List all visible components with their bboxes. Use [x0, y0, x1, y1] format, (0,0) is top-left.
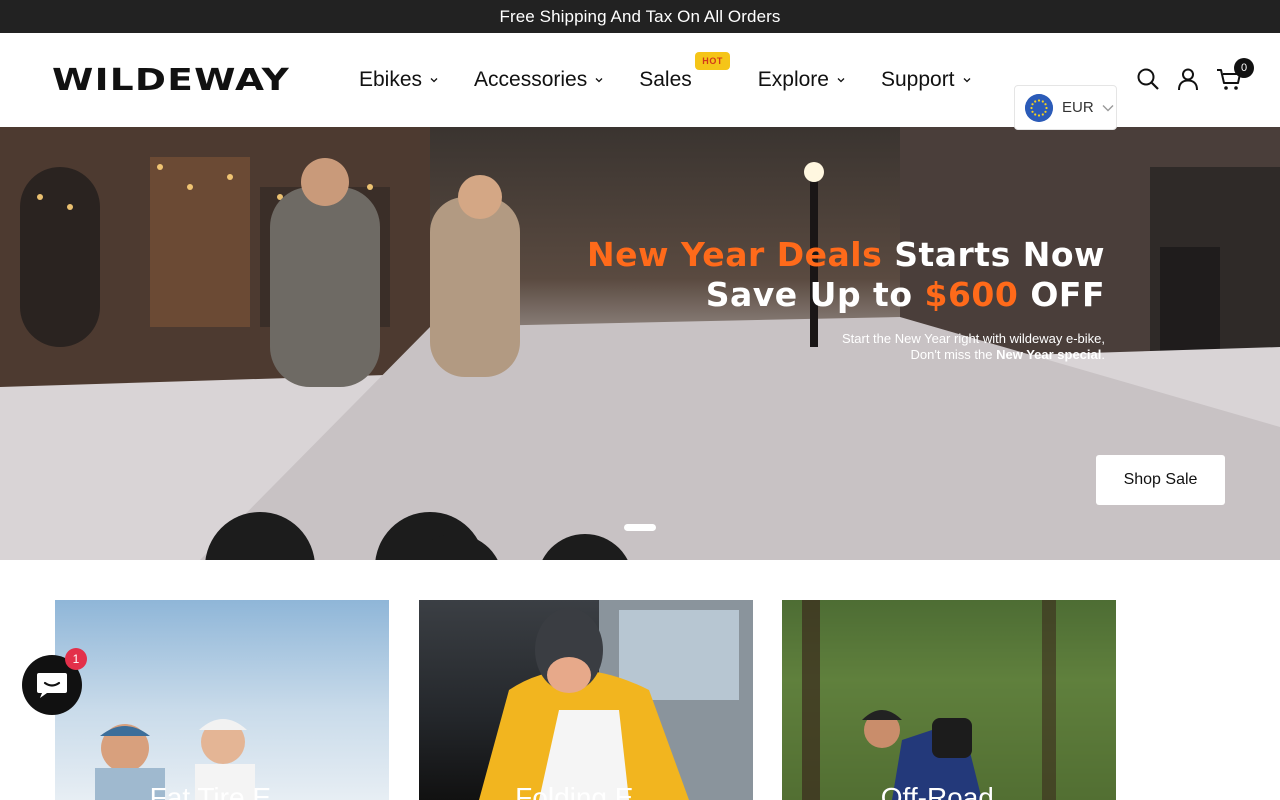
chevron-down-icon: [963, 78, 970, 83]
chevron-down-icon: [430, 78, 438, 83]
category-card-fat-tire[interactable]: Fat Tire E...: [55, 600, 389, 800]
hero-sub-line1: Start the New Year right with wildeway e…: [841, 331, 1105, 346]
hero-headline-2: Save Up to $600 OFF: [587, 275, 1105, 315]
hero-highlight: New Year Deals: [586, 235, 883, 274]
slider-dot-active[interactable]: [624, 524, 656, 531]
category-title: Folding E...: [515, 782, 657, 800]
main-nav: Ebikes Accessories Sales HOT Explore Sup…: [359, 52, 1007, 95]
hero-headline-1: New Year Deals Starts Now: [587, 235, 1105, 275]
nav-item-support[interactable]: Support: [881, 68, 971, 92]
hero-prefix: Save Up to: [705, 275, 925, 314]
hero-sub-line2: Don't miss the New Year special.: [587, 347, 1105, 363]
announcement-text: Free Shipping And Tax On All Orders: [499, 6, 781, 26]
hero-copy: New Year Deals Starts Now Save Up to $60…: [587, 235, 1105, 363]
currency-selector[interactable]: EUR: [1014, 85, 1117, 130]
hero-suffix: OFF: [1018, 275, 1105, 314]
currency-label: EUR: [1062, 99, 1094, 116]
nav-item-explore[interactable]: Explore: [758, 68, 845, 92]
hero-subtext: Start the New Year right with wildeway e…: [587, 331, 1105, 363]
brand-logo[interactable]: WILDEWAY: [52, 65, 292, 95]
chat-icon: [37, 673, 67, 698]
nav-item-ebikes[interactable]: Ebikes: [359, 68, 438, 92]
nav-item-accessories[interactable]: Accessories: [474, 68, 603, 92]
hero-sub-suffix: .: [1101, 347, 1105, 362]
category-card-off-road[interactable]: Off-Road...: [782, 600, 1116, 800]
cart-icon[interactable]: 0: [1216, 58, 1254, 91]
hero-amount: $600: [924, 275, 1019, 314]
chat-notification-badge: 1: [65, 648, 87, 670]
card-image: [479, 600, 753, 800]
hero-sub-prefix: Don't miss the: [910, 347, 997, 362]
announcement-bar: Free Shipping And Tax On All Orders: [0, 0, 1280, 33]
search-icon[interactable]: [1136, 67, 1160, 91]
header-icons: 0: [1120, 58, 1254, 91]
hero-headline-rest: Starts Now: [882, 235, 1105, 274]
nav-label: Support: [880, 68, 955, 91]
card-image: [782, 600, 1116, 800]
category-title: Off-Road...: [880, 782, 1018, 800]
chevron-down-icon: [595, 78, 603, 83]
cart-count-badge: 0: [1234, 58, 1254, 78]
category-title: Fat Tire E...: [149, 782, 295, 800]
svg-text:WILDEWAY: WILDEWAY: [52, 65, 290, 95]
nav-label: Sales: [639, 68, 692, 91]
nav-label: Accessories: [474, 68, 588, 91]
category-cards: Fat Tire E... Folding E... Off-Road...: [0, 600, 1280, 800]
hero-sub-bold: New Year special: [996, 347, 1102, 362]
user-icon[interactable]: [1176, 67, 1200, 91]
hero-banner: New Year Deals Starts Now Save Up to $60…: [0, 127, 1280, 560]
chevron-down-icon: [1102, 104, 1114, 111]
chevron-down-icon: [837, 78, 845, 83]
category-card-folding[interactable]: Folding E...: [419, 600, 753, 800]
nav-item-sales[interactable]: Sales HOT: [639, 52, 731, 92]
hot-badge: HOT: [695, 52, 731, 70]
nav-label: Explore: [757, 68, 829, 91]
card-image: [95, 719, 255, 800]
eu-flag-icon: [1025, 93, 1053, 122]
shop-sale-button[interactable]: Shop Sale: [1096, 455, 1225, 505]
nav-label: Ebikes: [359, 68, 423, 91]
